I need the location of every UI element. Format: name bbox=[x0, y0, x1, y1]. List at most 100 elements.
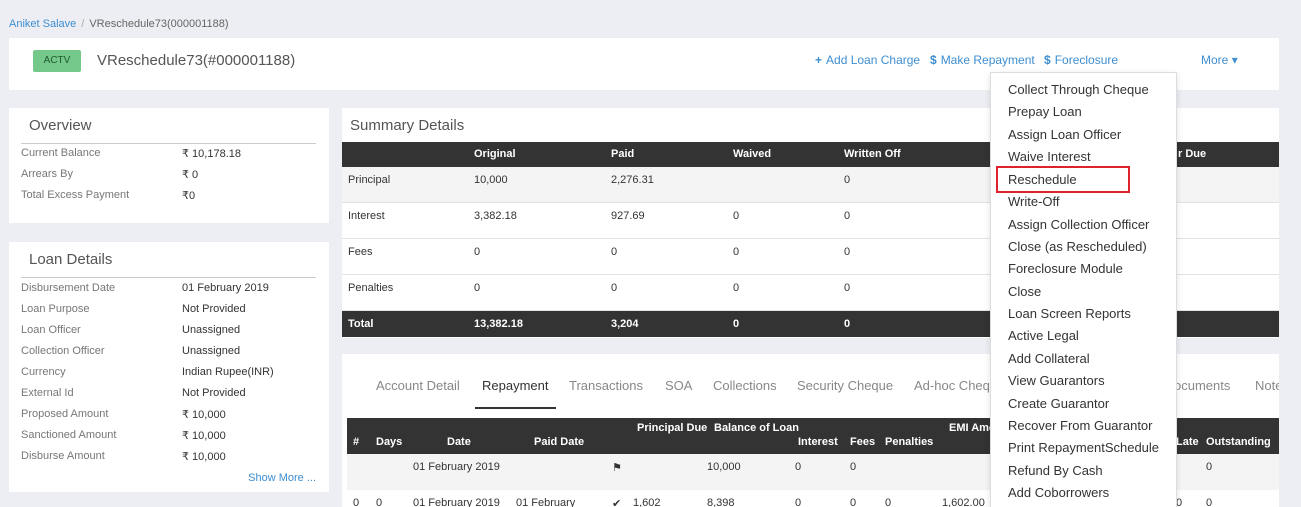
more-dropdown-button[interactable]: More ▾ bbox=[1201, 53, 1238, 67]
row-penalties: 0 bbox=[885, 497, 892, 507]
row-interest: 0 bbox=[795, 461, 802, 473]
tab-documents[interactable]: ocuments bbox=[1174, 378, 1230, 393]
summary-original: 10,000 bbox=[474, 174, 508, 186]
overview-title: Overview bbox=[29, 117, 92, 134]
loan-detail-value: Unassigned bbox=[182, 324, 241, 336]
foreclosure-button[interactable]: $ Foreclosure bbox=[1044, 53, 1118, 67]
loan-detail-label: Currency bbox=[21, 366, 66, 378]
summary-row-label: Interest bbox=[348, 210, 385, 222]
row-number: 0 bbox=[353, 497, 360, 507]
make-repayment-button[interactable]: $ Make Repayment bbox=[930, 53, 1035, 67]
more-label: More bbox=[1201, 53, 1229, 67]
dollar-icon: $ bbox=[1044, 53, 1051, 67]
row-outstanding: 0 bbox=[1206, 497, 1213, 507]
tab-notes[interactable]: Note bbox=[1255, 378, 1279, 393]
menu-item-refund-by-cash[interactable]: Refund By Cash bbox=[1008, 463, 1103, 478]
col-principal-due: Principal Due bbox=[637, 422, 708, 434]
overview-value: ₹0 bbox=[182, 190, 196, 202]
breadcrumb: Aniket Salave / VReschedule73(000001188) bbox=[9, 18, 229, 30]
tab-transactions[interactable]: Transactions bbox=[569, 378, 643, 393]
col-emi-amount: EMI Amount bbox=[949, 422, 1013, 434]
col-interest: Interest bbox=[798, 436, 838, 448]
summary-written-off: 0 bbox=[844, 210, 851, 222]
summary-original: 13,382.18 bbox=[474, 318, 523, 330]
menu-item-add-coborrowers[interactable]: Add Coborrowers bbox=[1008, 485, 1109, 500]
loan-details-card: Loan Details Disbursement Date 01 Februar… bbox=[9, 242, 329, 492]
more-dropdown-menu: Collect Through Cheque Prepay Loan Assig… bbox=[990, 72, 1177, 507]
loan-detail-row: Sanctioned Amount ₹ 10,000 bbox=[21, 429, 301, 450]
row-principal: 1,602 bbox=[633, 497, 661, 507]
summary-title: Summary Details bbox=[350, 117, 465, 134]
loan-detail-value: Indian Rupee(INR) bbox=[182, 366, 274, 378]
caret-down-icon: ▾ bbox=[1231, 53, 1238, 67]
overview-row: Arrears By ₹ 0 bbox=[21, 168, 301, 189]
overview-value: ₹ 10,178.18 bbox=[182, 148, 241, 160]
menu-item-assign-loan-officer[interactable]: Assign Loan Officer bbox=[1008, 127, 1121, 142]
summary-waived: 0 bbox=[733, 318, 740, 330]
loan-detail-value: ₹ 10,000 bbox=[182, 451, 226, 463]
tab-account-detail[interactable]: Account Detail bbox=[376, 378, 460, 393]
menu-item-close-rescheduled[interactable]: Close (as Rescheduled) bbox=[1008, 239, 1147, 254]
checkmark-icon: ✔ bbox=[612, 498, 622, 507]
summary-col-written-off: Written Off bbox=[844, 148, 901, 160]
tab-soa[interactable]: SOA bbox=[665, 378, 692, 393]
menu-item-active-legal[interactable]: Active Legal bbox=[1008, 328, 1079, 343]
loan-detail-label: Collection Officer bbox=[21, 345, 105, 357]
status-badge: ACTV bbox=[33, 50, 81, 72]
overview-row: Total Excess Payment ₹0 bbox=[21, 189, 301, 210]
loan-detail-value: ₹ 10,000 bbox=[182, 430, 226, 442]
overview-value: ₹ 0 bbox=[182, 169, 199, 181]
overview-divider bbox=[21, 143, 316, 144]
row-balance: 8,398 bbox=[707, 497, 735, 507]
loan-detail-value: ₹ 10,000 bbox=[182, 409, 226, 421]
loan-detail-label: Disburse Amount bbox=[21, 450, 105, 462]
tab-repayment[interactable]: Repayment bbox=[482, 378, 548, 393]
summary-row-label: Total bbox=[348, 318, 374, 330]
dollar-icon: $ bbox=[930, 53, 937, 67]
breadcrumb-client-link[interactable]: Aniket Salave bbox=[9, 18, 76, 30]
menu-item-prepay-loan[interactable]: Prepay Loan bbox=[1008, 104, 1082, 119]
summary-waived: 0 bbox=[733, 246, 740, 258]
loan-detail-label: External Id bbox=[21, 387, 74, 399]
loan-detail-label: Disbursement Date bbox=[21, 282, 116, 294]
overview-card: Overview Current Balance ₹ 10,178.18 Arre… bbox=[9, 108, 329, 223]
menu-item-add-collateral[interactable]: Add Collateral bbox=[1008, 351, 1090, 366]
col-outstanding: Outstanding bbox=[1206, 436, 1271, 448]
show-more-link[interactable]: Show More ... bbox=[248, 472, 316, 484]
menu-item-view-guarantors[interactable]: View Guarantors bbox=[1008, 373, 1105, 388]
loan-detail-row: Disburse Amount ₹ 10,000 bbox=[21, 450, 301, 471]
foreclosure-label: Foreclosure bbox=[1054, 53, 1119, 67]
summary-paid: 0 bbox=[611, 246, 618, 258]
menu-item-close[interactable]: Close bbox=[1008, 284, 1041, 299]
summary-written-off: 0 bbox=[844, 318, 851, 330]
plus-icon: + bbox=[815, 53, 823, 67]
menu-item-write-off[interactable]: Write-Off bbox=[1008, 194, 1060, 209]
menu-item-print-repayment-schedule[interactable]: Print RepaymentSchedule bbox=[1008, 440, 1159, 455]
summary-written-off: 0 bbox=[844, 174, 851, 186]
summary-col-paid: Paid bbox=[611, 148, 635, 160]
summary-original: 0 bbox=[474, 282, 481, 294]
menu-item-assign-collection-officer[interactable]: Assign Collection Officer bbox=[1008, 217, 1149, 232]
summary-col-due: r Due bbox=[1178, 148, 1207, 160]
menu-item-foreclosure-module[interactable]: Foreclosure Module bbox=[1008, 261, 1123, 276]
summary-paid: 2,276.31 bbox=[611, 174, 654, 186]
loan-detail-row: Disbursement Date 01 February 2019 bbox=[21, 282, 301, 303]
menu-item-waive-interest[interactable]: Waive Interest bbox=[1008, 149, 1091, 164]
menu-item-recover-from-guarantor[interactable]: Recover From Guarantor bbox=[1008, 418, 1153, 433]
summary-paid: 3,204 bbox=[611, 318, 639, 330]
tab-collections[interactable]: Collections bbox=[713, 378, 777, 393]
loan-detail-value: Not Provided bbox=[182, 303, 246, 315]
row-outstanding: 0 bbox=[1206, 461, 1213, 473]
menu-item-create-guarantor[interactable]: Create Guarantor bbox=[1008, 396, 1109, 411]
loan-detail-row: Proposed Amount ₹ 10,000 bbox=[21, 408, 301, 429]
tab-security-cheque[interactable]: Security Cheque bbox=[797, 378, 893, 393]
row-fees: 0 bbox=[850, 497, 857, 507]
menu-item-collect-through-cheque[interactable]: Collect Through Cheque bbox=[1008, 82, 1149, 97]
loan-detail-row: Loan Purpose Not Provided bbox=[21, 303, 301, 324]
loan-detail-row: Currency Indian Rupee(INR) bbox=[21, 366, 301, 387]
tab-adhoc-cheque[interactable]: Ad-hoc Cheq bbox=[914, 378, 990, 393]
loan-detail-label: Proposed Amount bbox=[21, 408, 109, 420]
col-penalties: Penalties bbox=[885, 436, 934, 448]
menu-item-loan-screen-reports[interactable]: Loan Screen Reports bbox=[1008, 306, 1131, 321]
add-loan-charge-button[interactable]: + Add Loan Charge bbox=[815, 53, 920, 67]
